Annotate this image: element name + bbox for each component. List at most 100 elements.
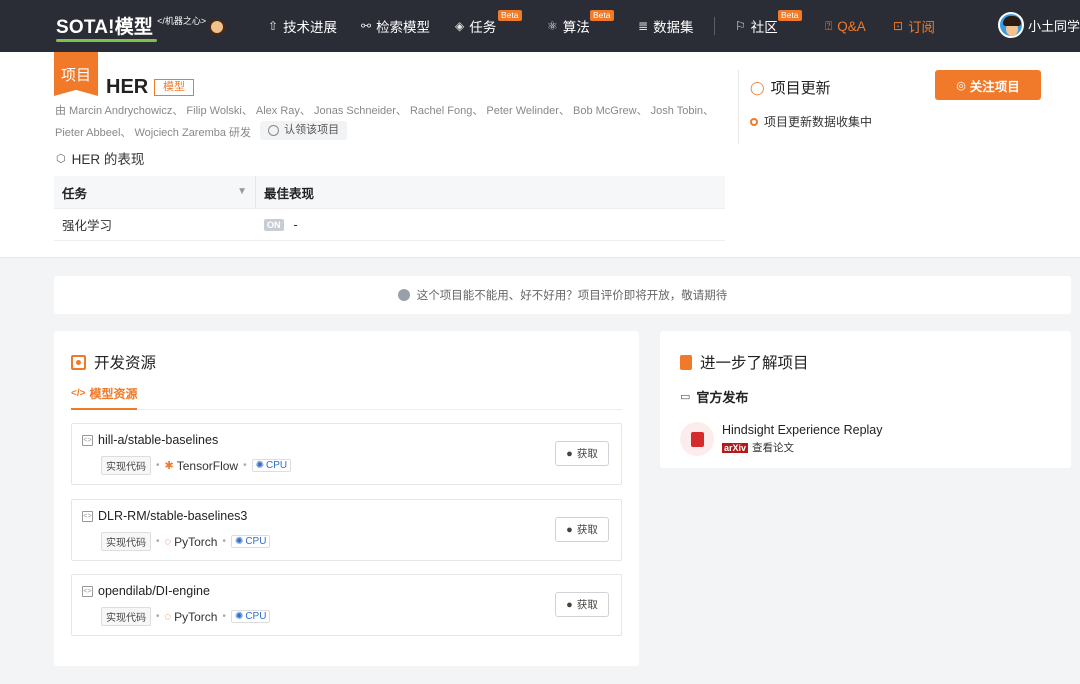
- performance-title: HER 的表现: [71, 152, 145, 167]
- repo-name-text[interactable]: DLR-RM/stable-baselines3: [98, 509, 247, 523]
- on-badge: ON: [264, 218, 284, 231]
- repo-icon: <>: [82, 510, 93, 522]
- code-icon: </>: [71, 388, 86, 399]
- view-paper-label: 查看论文: [752, 442, 795, 454]
- nav-item-task[interactable]: ◈ 任务 Beta: [455, 0, 522, 52]
- get-button[interactable]: ● 获取: [555, 441, 609, 466]
- tab-model-resources[interactable]: </> 模型资源: [71, 385, 137, 410]
- user-menu[interactable]: 小土同学: [998, 12, 1080, 38]
- chip-icon: ✺: [234, 611, 244, 622]
- nav-label: 订阅: [908, 20, 936, 35]
- repo-name: <> DLR-RM/stable-baselines3: [82, 509, 247, 523]
- mascot-icon: [209, 19, 226, 35]
- device-badge: ✺ CPU: [230, 535, 271, 548]
- separator: •: [222, 536, 226, 547]
- repo-item[interactable]: <> DLR-RM/stable-baselines3 实现代码 • ◌ PyT…: [71, 499, 622, 561]
- dataset-icon: ≣: [638, 19, 649, 33]
- repo-name-text[interactable]: hill-a/stable-baselines: [98, 433, 218, 447]
- framework-label: TensorFlow: [176, 458, 239, 473]
- framework-label: PyTorch: [174, 609, 218, 624]
- repo-meta: 实现代码 • ✱ TensorFlow • ✺ CPU: [101, 456, 292, 475]
- view-paper-link[interactable]: arXiv 查看论文: [722, 440, 883, 455]
- timeline-dot-icon: [750, 117, 758, 126]
- community-icon: ⚐: [735, 19, 746, 33]
- top-nav: SOTA!模型 </机器之心> ⇧ 技术进展 ⚯ 检索模型 ◈ 任务 Beta …: [0, 0, 1080, 52]
- paper-item[interactable]: Hindsight Experience Replay arXiv 查看论文: [680, 422, 883, 456]
- progress-icon: ⇧: [268, 19, 279, 33]
- best-value: -: [293, 217, 298, 232]
- nav-item-progress[interactable]: ⇧ 技术进展: [268, 0, 337, 52]
- type-badge: 模型: [154, 79, 194, 96]
- nav-divider: [714, 17, 715, 35]
- paper-title[interactable]: Hindsight Experience Replay: [722, 423, 883, 437]
- rating-notice: 这个项目能不能用、好不好用？项目评价即将开放，敬请期待: [54, 276, 1071, 314]
- user-icon: [268, 125, 280, 136]
- author-list: 由 Marcin Andrychowicz、 Filip Wolski、 Ale…: [55, 102, 735, 143]
- book-icon: [680, 354, 692, 370]
- performance-heading: ⬡ HER 的表现: [56, 148, 144, 168]
- claim-project-button[interactable]: 认领该项目: [260, 121, 348, 140]
- device-label: CPU: [245, 611, 267, 622]
- beta-badge: Beta: [590, 10, 614, 21]
- device-badge: ✺ CPU: [251, 459, 292, 472]
- device-label: CPU: [266, 460, 288, 471]
- paper-icon: [680, 422, 714, 456]
- learn-more-title: 进一步了解项目: [700, 355, 809, 372]
- repo-meta: 实现代码 • ◌ PyTorch • ✺ CPU: [101, 607, 271, 626]
- dev-resources-heading: 开发资源: [71, 351, 156, 373]
- task-icon: ◈: [455, 19, 465, 33]
- nav-item-subscribe[interactable]: ⊡ 订阅: [893, 0, 935, 52]
- authors-text: 由 Marcin Andrychowicz、 Filip Wolski、 Ale…: [55, 105, 715, 139]
- header-best: 最佳表现: [264, 186, 315, 201]
- filter-icon[interactable]: ▼: [237, 186, 247, 197]
- get-label: 获取: [576, 524, 598, 536]
- repo-meta: 实现代码 • ◌ PyTorch • ✺ CPU: [101, 532, 271, 551]
- repo-item[interactable]: <> hill-a/stable-baselines 实现代码 • ✱ Tens…: [71, 423, 622, 485]
- nav-label: 数据集: [653, 20, 694, 35]
- updates-divider: [738, 70, 739, 144]
- table-row[interactable]: 强化学习 ON -: [54, 208, 725, 241]
- update-item: 项目更新数据收集中: [750, 113, 872, 130]
- nav-item-algorithm[interactable]: ⚛ 算法 Beta: [547, 0, 614, 52]
- algorithm-icon: ⚛: [547, 19, 558, 33]
- logo-subtext: </机器之心>: [157, 15, 207, 26]
- code-tag: 实现代码: [101, 532, 151, 551]
- separator: •: [156, 460, 160, 471]
- get-button[interactable]: ● 获取: [555, 517, 609, 542]
- learn-more-card: 进一步了解项目 ▭ 官方发布 Hindsight Experience Repl…: [660, 331, 1071, 468]
- repo-item[interactable]: <> opendilab/DI-engine 实现代码 • ◌ PyTorch …: [71, 574, 622, 636]
- get-button[interactable]: ● 获取: [555, 592, 609, 617]
- nav-item-qa[interactable]: ⍰ Q&A: [825, 0, 866, 52]
- nav-item-community[interactable]: ⚐ 社区 Beta: [735, 0, 802, 52]
- hexagon-icon: ⬡: [56, 152, 66, 165]
- subscribe-icon: ⊡: [893, 19, 904, 33]
- site-logo[interactable]: SOTA!模型 </机器之心>: [56, 10, 226, 42]
- arxiv-logo: arXiv: [722, 442, 749, 453]
- get-label: 获取: [576, 448, 598, 460]
- official-release-heading: ▭ 官方发布: [680, 387, 748, 406]
- pytorch-icon: ◌: [164, 535, 172, 548]
- github-icon: ●: [566, 447, 573, 460]
- nav-label: Q&A: [837, 18, 866, 34]
- repo-icon: <>: [82, 585, 93, 597]
- header-task-label: 任务: [62, 186, 88, 201]
- follow-project-button[interactable]: ◎ 关注项目: [935, 70, 1041, 100]
- nav-item-search-model[interactable]: ⚯ 检索模型: [361, 0, 430, 52]
- tensorflow-icon: ✱: [164, 460, 174, 472]
- best-cell: ON -: [256, 218, 298, 232]
- device-label: CPU: [245, 536, 267, 547]
- nav-label: 技术进展: [283, 20, 338, 35]
- speech-bubble-icon: ◯: [750, 79, 765, 95]
- resources-icon: [71, 354, 86, 370]
- separator: •: [243, 460, 247, 471]
- framework-label: PyTorch: [174, 534, 218, 549]
- project-title: HER: [106, 76, 149, 98]
- nav-item-dataset[interactable]: ≣ 数据集: [638, 0, 694, 52]
- repo-name: <> opendilab/DI-engine: [82, 584, 210, 598]
- get-label: 获取: [576, 599, 598, 611]
- active-tab-indicator: [71, 408, 137, 410]
- update-text: 项目更新数据收集中: [764, 115, 873, 129]
- repo-icon: <>: [82, 434, 93, 446]
- repo-name-text[interactable]: opendilab/DI-engine: [98, 584, 210, 598]
- tab-divider: [71, 409, 622, 410]
